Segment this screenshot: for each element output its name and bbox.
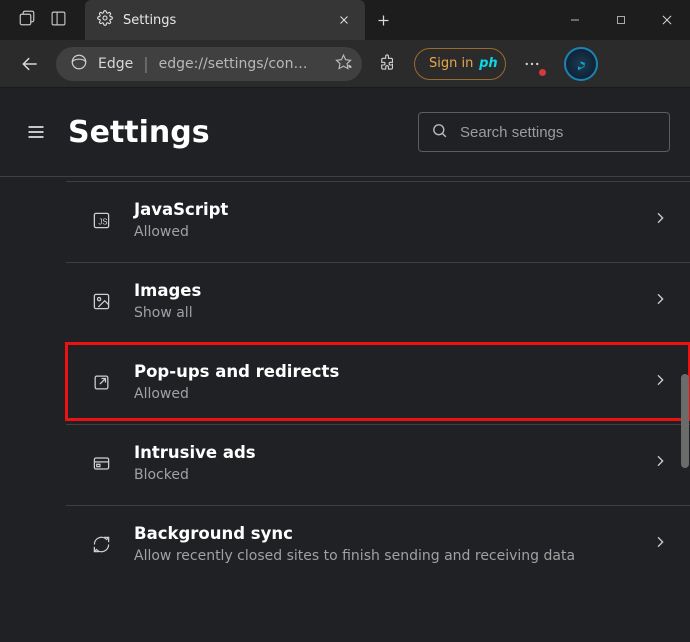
signin-button[interactable]: Sign in ph [414,48,506,80]
setting-subtitle: Allowed [134,224,630,240]
search-input[interactable] [460,124,657,141]
chevron-right-icon [652,453,668,473]
edge-logo-icon [70,53,88,75]
setting-title: Pop-ups and redirects [134,362,630,381]
new-tab-button[interactable] [365,0,401,40]
setting-subtitle: Allow recently closed sites to finish se… [134,548,630,564]
gear-icon [97,10,113,30]
back-button[interactable] [14,48,46,80]
address-app-label: Edge [98,56,133,72]
setting-row-intrusive-ads[interactable]: Intrusive ads Blocked [66,424,690,501]
chevron-right-icon [652,291,668,311]
maximize-button[interactable] [598,0,644,40]
extensions-button[interactable] [372,48,404,80]
setting-subtitle: Allowed [134,386,630,402]
setting-row-popups[interactable]: Pop-ups and redirects Allowed [66,343,690,420]
image-icon [90,292,112,311]
address-url: edge://settings/con… [159,56,325,72]
setting-title: Intrusive ads [134,443,630,462]
address-bar[interactable]: Edge | edge://settings/con… [56,47,362,81]
setting-title: JavaScript [134,200,630,219]
chevron-right-icon [652,372,668,392]
search-icon [431,122,448,143]
favorite-icon[interactable] [335,53,352,74]
settings-content: JS JavaScript Allowed Images Show all Po… [0,181,690,582]
workspaces-icon[interactable] [18,9,36,31]
page-title: Settings [68,115,210,150]
setting-row-images[interactable]: Images Show all [66,262,690,339]
address-separator: | [143,54,148,73]
setting-title: Images [134,281,630,300]
window-close-button[interactable] [644,0,690,40]
popup-icon [90,373,112,392]
sync-icon [90,535,112,554]
javascript-icon: JS [90,211,112,230]
chevron-right-icon [652,534,668,554]
svg-text:JS: JS [98,217,107,226]
profile-badge: ph [475,51,501,77]
setting-subtitle: Blocked [134,467,630,483]
bing-chat-button[interactable] [564,47,598,81]
minimize-button[interactable] [552,0,598,40]
setting-subtitle: Show all [134,305,630,321]
tab-actions-icon[interactable] [50,10,67,31]
search-settings-box[interactable] [418,112,670,152]
close-icon[interactable] [333,9,355,31]
settings-header: Settings [0,88,690,177]
signin-label: Sign in [429,56,473,71]
tab-title: Settings [123,13,323,28]
setting-title: Background sync [134,524,630,543]
notification-dot-icon [539,69,546,76]
setting-row-background-sync[interactable]: Background sync Allow recently closed si… [66,505,690,582]
browser-tab[interactable]: Settings [85,0,365,40]
setting-row-javascript[interactable]: JS JavaScript Allowed [66,181,690,258]
menu-button[interactable] [22,118,50,146]
scrollbar-thumb[interactable] [681,374,689,468]
more-menu-button[interactable] [516,48,548,80]
chevron-right-icon [652,210,668,230]
toolbar: Edge | edge://settings/con… Sign in ph [0,40,690,88]
titlebar: Settings [0,0,690,40]
ads-icon [90,454,112,473]
